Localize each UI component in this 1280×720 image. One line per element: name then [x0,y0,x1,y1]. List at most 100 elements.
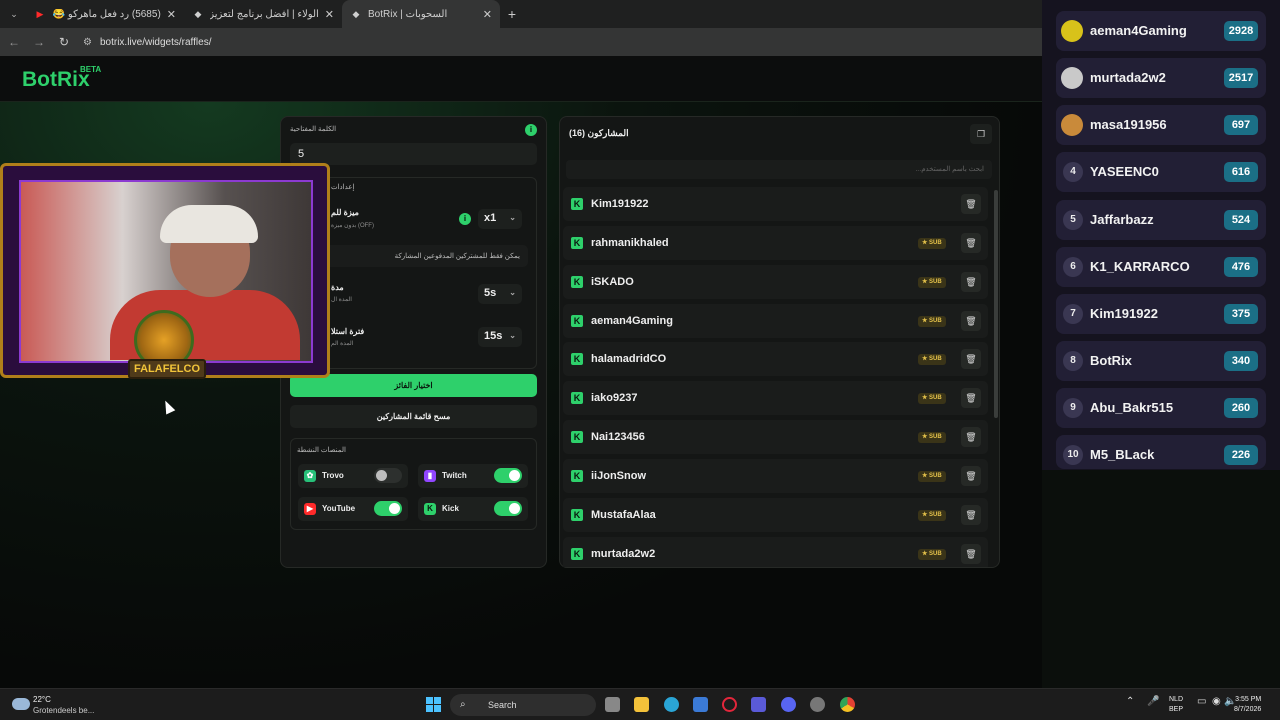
tab-loyalty[interactable]: ◆ الولاء | أفضل برنامج لتعزيز البث المبا… [184,0,342,28]
task-view-icon[interactable] [605,697,620,712]
discord-icon[interactable] [781,697,796,712]
trash-icon[interactable]: 🗑 [961,466,981,486]
leaderboard-rank: 8 [1063,351,1083,371]
keyword-label: الكلمة المفتاحية [290,126,337,133]
tab-youtube[interactable]: ▶ (5685) رد فعل ماهركو 😂😂😂😂 ✕ [26,0,184,28]
leaderboard-name: Kim191922 [1090,306,1158,321]
platform-trovo: ✿ Trovo [298,464,408,488]
leaderboard-name: BotRix [1090,353,1132,368]
trovo-icon: ✿ [304,470,316,482]
feature-sublabel: بدون ميزة (OFF) [331,223,374,229]
chrome-icon[interactable] [840,697,855,712]
participant-row: K rahmanikhaled ★ SUB 🗑 [563,226,988,260]
youtube-favicon-icon: ▶ [36,8,44,19]
platforms-label: المنصات النشطة [297,447,346,454]
microphone-icon[interactable]: 🎤 [1147,696,1159,707]
kick-icon: K [571,470,583,482]
settings-section-label: إعدادات [331,184,355,191]
weather-cloud-icon[interactable] [12,698,30,710]
info-icon[interactable]: i [459,213,471,225]
tab-search-menu-icon[interactable]: ⌄ [2,3,26,25]
weather-temperature[interactable]: 22°C [33,695,51,704]
site-info-icon[interactable]: ⚙ [83,37,92,48]
edge-browser-icon[interactable] [664,697,679,712]
info-icon[interactable]: i [525,124,537,136]
copy-icon[interactable]: ❐ [970,124,992,144]
leaderboard-row: 10 M5_BLack 226 [1056,435,1266,469]
sub-badge: ★ SUB [918,432,946,443]
leaderboard-name: murtada2w2 [1090,70,1166,85]
twitch-toggle[interactable] [494,468,522,483]
display-icon[interactable]: ▭ [1197,696,1206,707]
clear-participants-button[interactable]: مسح قائمة المشاركين [290,405,537,428]
participant-row: K iSKADO ★ SUB 🗑 [563,265,988,299]
app-settings-icon[interactable] [810,697,825,712]
streamer-tag: FALAFELCO [128,359,206,379]
language-indicator[interactable]: NLD BEP [1169,695,1183,715]
leaderboard-row: 9 Abu_Bakr515 260 [1056,388,1266,428]
sub-badge-label: SUB [929,551,942,557]
trash-icon[interactable]: 🗑 [961,388,981,408]
leaderboard-rank: 4 [1063,162,1083,182]
close-tab-icon[interactable]: ✕ [483,8,492,21]
kick-icon: K [571,548,583,560]
trash-icon[interactable]: 🗑 [961,349,981,369]
participant-name: murtada2w2 [591,548,656,560]
trash-icon[interactable]: 🗑 [961,272,981,292]
clock-time: 3:55 PM [1235,696,1262,703]
forward-arrow-icon[interactable]: → [28,35,50,49]
keyword-input[interactable]: 5 [290,143,537,165]
file-explorer-icon[interactable] [634,697,649,712]
sub-badge-label: SUB [929,240,942,246]
youtube-toggle[interactable] [374,501,402,516]
windows-start-icon[interactable] [426,697,441,712]
multiplier-dropdown[interactable]: x1 ⌄ [478,209,522,229]
app-icon[interactable] [751,697,766,712]
kick-toggle[interactable] [494,501,522,516]
leaderboard-row: masa191956 697 [1056,105,1266,145]
interval-sublabel: المدة الم [331,341,354,347]
new-tab-button[interactable]: + [500,6,524,22]
trovo-toggle[interactable] [374,468,402,483]
close-tab-icon[interactable]: ✕ [167,8,176,21]
tab-raffles[interactable]: ◆ BotRix | السحوبات ✕ [342,0,500,28]
trash-icon[interactable]: 🗑 [961,194,981,214]
leaderboard-score: 524 [1224,210,1258,230]
system-clock[interactable]: 3:55 PM 8/7/2026 [1234,695,1261,715]
kick-icon: K [571,237,583,249]
pick-winner-button[interactable]: اختيار الفائز [290,374,537,397]
close-tab-icon[interactable]: ✕ [325,8,334,21]
back-arrow-icon[interactable]: ← [3,35,25,49]
trash-icon[interactable]: 🗑 [961,311,981,331]
trash-icon[interactable]: 🗑 [961,544,981,564]
sub-badge: ★ SUB [918,354,946,365]
duration-dropdown[interactable]: 5s ⌄ [478,284,522,304]
leaderboard-score: 340 [1224,351,1258,371]
interval-dropdown[interactable]: 15s ⌄ [478,327,522,347]
language-code: NLD [1169,696,1184,703]
taskbar-search-box[interactable]: ⌕ Search [450,694,596,716]
tray-chevron-icon[interactable]: ⌃ [1126,696,1134,707]
participant-search-input[interactable]: ...ابحث باسم المستخدم [566,160,992,179]
leaderboard-rank: 6 [1063,257,1083,277]
weather-description[interactable]: Grotendeels be... [33,706,94,715]
url-field[interactable]: ⚙ botrix.live/widgets/raffles/ [83,31,1042,53]
participants-list: K Kim191922 🗑 K rahmanikhaled ★ SUB 🗑 K … [563,187,988,567]
trash-icon[interactable]: 🗑 [961,427,981,447]
network-icon[interactable]: ◉ [1212,696,1221,707]
opera-icon[interactable] [722,697,737,712]
microsoft-store-icon[interactable] [693,697,708,712]
participants-scrollbar[interactable] [994,190,998,418]
silver-avatar-icon [1061,67,1083,89]
leaderboard-row: 4 YASEENC0 616 [1056,152,1266,192]
participant-row: K iiJonSnow ★ SUB 🗑 [563,459,988,493]
participant-row: K Nai123456 ★ SUB 🗑 [563,420,988,454]
trash-icon[interactable]: 🗑 [961,505,981,525]
leaderboard-name: M5_BLack [1090,447,1155,462]
sub-badge-label: SUB [929,512,942,518]
trash-icon[interactable]: 🗑 [961,233,981,253]
participant-name: rahmanikhaled [591,237,669,249]
kick-icon: K [571,392,583,404]
reload-icon[interactable]: ↻ [53,35,75,49]
participant-row: K murtada2w2 ★ SUB 🗑 [563,537,988,567]
